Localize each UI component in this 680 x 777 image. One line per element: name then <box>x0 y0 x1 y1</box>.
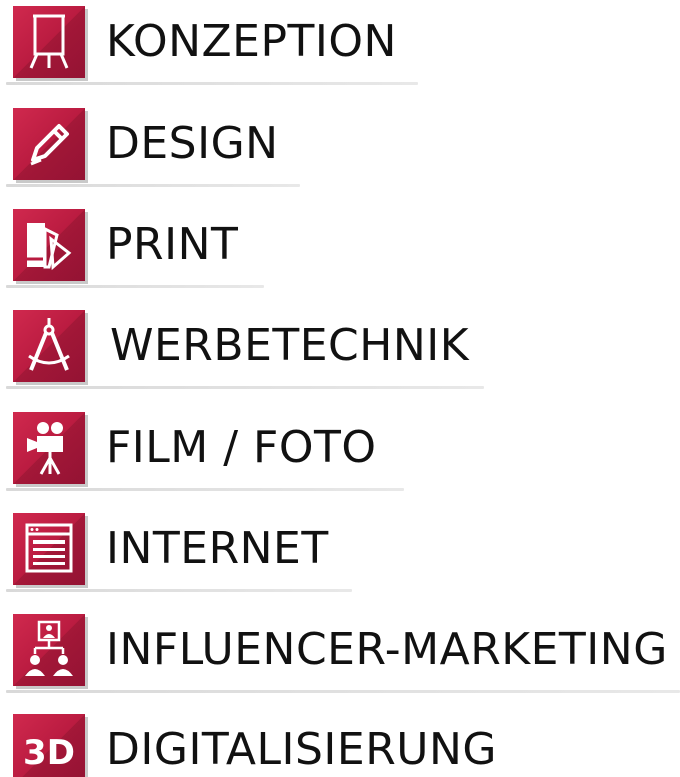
divider <box>6 488 404 491</box>
menu-item-label: INTERNET <box>106 523 329 574</box>
3d-icon: 3D <box>13 714 85 777</box>
menu-item-label: FILM / FOTO <box>106 422 377 473</box>
menu-item-konzeption[interactable]: KONZEPTION <box>6 0 418 85</box>
menu-item-digitalisierung[interactable]: 3D DIGITALISIERUNG <box>6 708 506 777</box>
menu-item-werbetechnik[interactable]: WERBETECHNIK <box>6 304 484 389</box>
menu-item-label: DIGITALISIERUNG <box>106 724 497 775</box>
color-fan-icon <box>13 209 85 281</box>
divider <box>6 690 680 693</box>
menu-item-internet[interactable]: INTERNET <box>6 507 352 592</box>
menu-item-design[interactable]: DESIGN <box>6 102 300 187</box>
menu-item-label: INFLUENCER-MARKETING <box>106 624 668 675</box>
svg-text:3D: 3D <box>23 733 75 773</box>
menu-item-film-foto[interactable]: FILM / FOTO <box>6 406 404 491</box>
menu-item-label: KONZEPTION <box>106 16 397 67</box>
people-network-icon <box>13 614 85 686</box>
divider <box>6 285 264 288</box>
menu-item-label: PRINT <box>106 219 239 270</box>
film-camera-icon <box>13 412 85 484</box>
flipchart-icon <box>13 6 85 78</box>
pencil-icon <box>13 108 85 180</box>
divider <box>6 82 418 85</box>
divider <box>6 386 484 389</box>
menu-item-label: DESIGN <box>106 118 279 169</box>
menu-item-influencer-marketing[interactable]: INFLUENCER-MARKETING <box>6 608 680 693</box>
menu-item-print[interactable]: PRINT <box>6 203 264 288</box>
menu-item-label: WERBETECHNIK <box>110 320 470 371</box>
compass-icon <box>13 310 85 382</box>
divider <box>6 589 352 592</box>
browser-window-icon <box>13 513 85 585</box>
service-menu: KONZEPTION DESIGN PRINT WERBETECHNIK FIL… <box>0 0 680 777</box>
divider <box>6 184 300 187</box>
